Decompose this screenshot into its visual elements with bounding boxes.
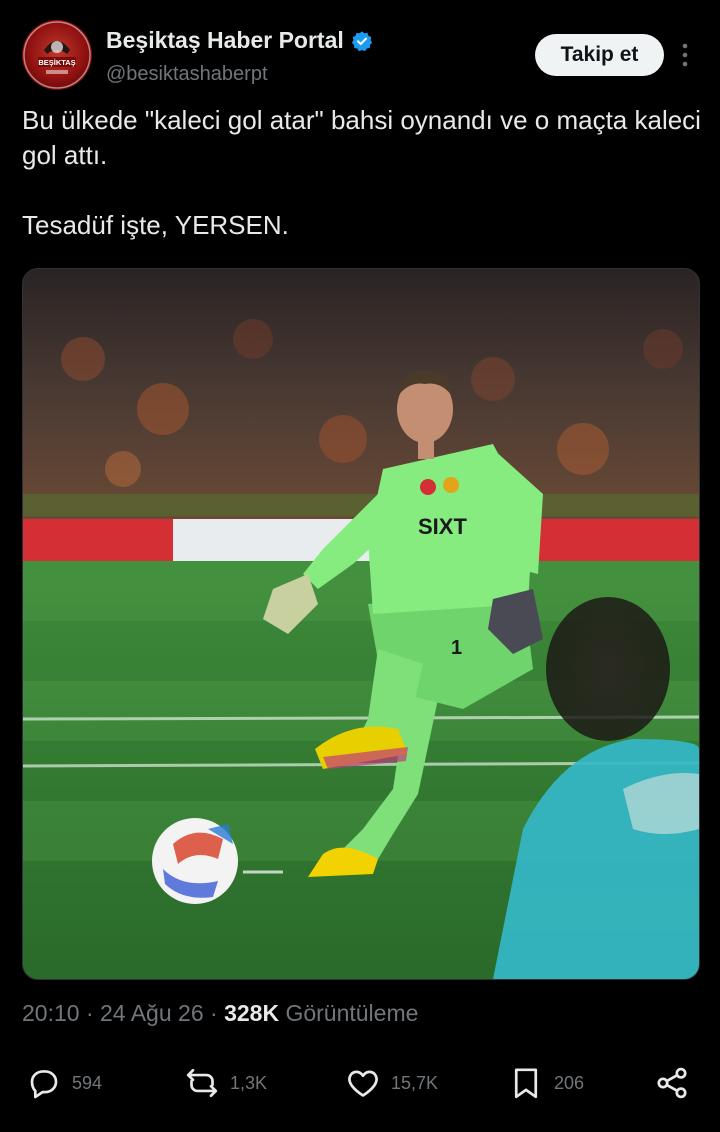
views-label: Görüntüleme	[285, 1000, 419, 1026]
tweet-text: Bu ülkede "kaleci gol atar" bahsi oynand…	[22, 103, 702, 243]
share-icon	[657, 1067, 687, 1099]
more-icon[interactable]	[676, 42, 694, 68]
repost-icon	[186, 1068, 218, 1098]
meta-separator: ·	[210, 1000, 218, 1026]
author-handle[interactable]: @besiktashaberpt	[106, 63, 268, 86]
follow-button[interactable]: Takip et	[535, 34, 664, 76]
reply-count: 594	[72, 1072, 103, 1093]
action-bar: 594 1,3K 15,7K 206	[0, 1060, 720, 1106]
reply-button[interactable]: 594	[26, 1060, 102, 1106]
tweet-date[interactable]: 24 Ağu 26	[100, 1000, 204, 1026]
views-count: 328K	[224, 1000, 280, 1026]
tweet-photo[interactable]: SIXT 1	[22, 268, 700, 980]
goalkeeper-penalty-image: SIXT 1	[23, 269, 699, 979]
shirt-sponsor: SIXT	[418, 514, 467, 539]
bookmark-button[interactable]: 206	[508, 1060, 584, 1106]
meta-separator: ·	[85, 1000, 94, 1026]
verified-icon	[351, 30, 372, 51]
bookmark-icon	[514, 1068, 538, 1099]
like-button[interactable]: 15,7K	[345, 1060, 438, 1106]
author-name-row: Beşiktaş Haber Portal	[106, 27, 373, 54]
author-name[interactable]: Beşiktaş Haber Portal	[106, 27, 344, 54]
like-count: 15,7K	[391, 1072, 439, 1093]
tweet-meta: 20:10 · 24 Ağu 26 · 328K Görüntüleme	[22, 1000, 418, 1027]
tweet-line-2: Tesadüf işte, YERSEN.	[22, 210, 289, 240]
repost-button[interactable]: 1,3K	[184, 1060, 267, 1106]
repost-count: 1,3K	[230, 1072, 268, 1093]
like-icon	[348, 1070, 378, 1097]
tweet-line-1: Bu ülkede "kaleci gol atar" bahsi oynand…	[22, 105, 701, 170]
tweet-header: BEŞİKTAŞ Beşiktaş Haber Portal @besiktas…	[0, 0, 720, 100]
avatar-logo: BEŞİKTAŞ	[23, 21, 91, 89]
share-button[interactable]	[654, 1060, 700, 1106]
shorts-number: 1	[451, 637, 462, 659]
bookmark-count: 206	[554, 1072, 585, 1093]
football	[152, 818, 238, 904]
avatar[interactable]: BEŞİKTAŞ	[22, 20, 92, 90]
tweet-time[interactable]: 20:10	[22, 1000, 80, 1026]
reply-icon	[30, 1070, 58, 1099]
avatar-text: BEŞİKTAŞ	[38, 58, 75, 67]
